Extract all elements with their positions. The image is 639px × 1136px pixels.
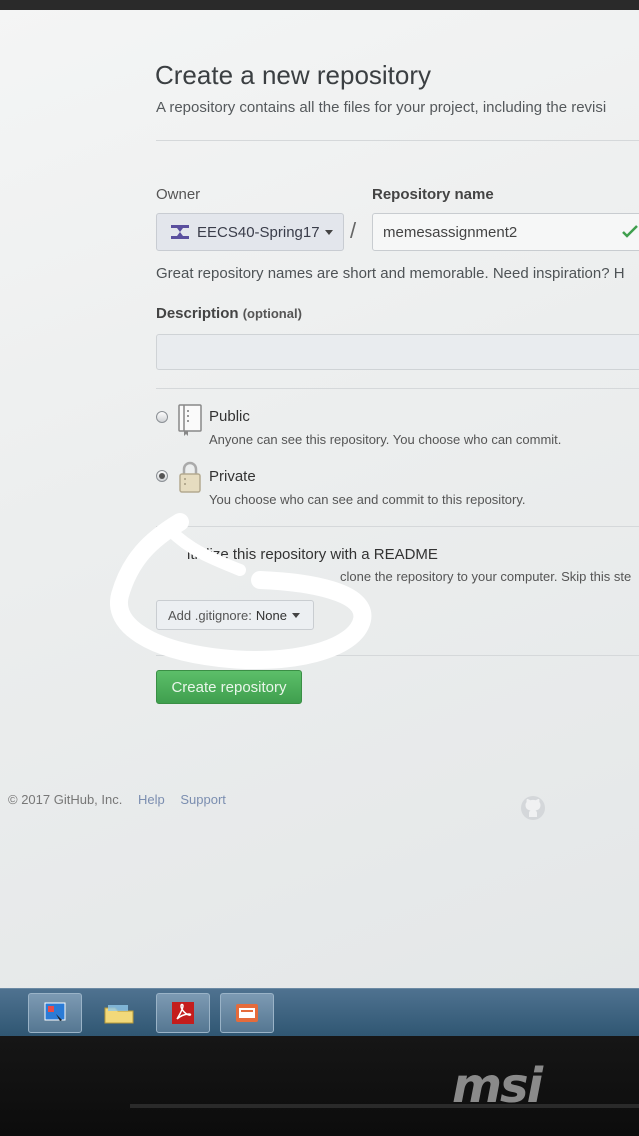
taskbar-app-icon <box>44 1002 66 1021</box>
taskbar-pdf-button[interactable] <box>156 993 210 1033</box>
page-footer: © 2017 GitHub, Inc. Help Support <box>8 792 226 807</box>
owner-org-icon <box>171 225 189 239</box>
private-radio[interactable] <box>156 470 168 482</box>
page-title: Create a new repository <box>155 60 432 90</box>
public-option-title: Public <box>209 408 250 425</box>
pdf-icon <box>172 1002 194 1024</box>
browser-screen: Create a new repository A repository con… <box>0 0 639 990</box>
owner-select[interactable]: EECS40-Spring17 <box>156 213 344 251</box>
private-option-description: You choose who can see and commit to thi… <box>209 492 526 507</box>
divider <box>156 140 639 141</box>
book-icon <box>178 404 202 436</box>
private-option-title: Private <box>209 468 256 485</box>
page-subtitle: A repository contains all the files for … <box>156 99 607 116</box>
taskbar <box>0 988 639 1037</box>
description-input[interactable] <box>156 334 639 370</box>
readme-hint: clone the repository to your computer. S… <box>340 569 632 584</box>
folder-icon <box>104 1005 134 1024</box>
description-label-text: Description <box>156 305 239 322</box>
repository-name-label: Repository name <box>372 186 494 203</box>
public-option-description: Anyone can see this repository. You choo… <box>209 432 562 447</box>
check-icon <box>622 225 638 238</box>
public-radio[interactable] <box>156 411 168 423</box>
footer-help-link[interactable]: Help <box>138 792 165 807</box>
bezel-trim <box>130 1104 639 1108</box>
optional-tag: (optional) <box>242 306 302 321</box>
octocat-icon[interactable] <box>520 795 546 821</box>
divider <box>156 388 639 389</box>
lock-icon <box>179 461 201 493</box>
repository-name-value: memesassignment2 <box>383 223 518 241</box>
repository-name-input[interactable]: memesassignment2 <box>372 213 639 251</box>
footer-support-link[interactable]: Support <box>180 792 226 807</box>
laptop-bezel <box>0 1036 639 1136</box>
taskbar-app-button[interactable] <box>28 993 82 1033</box>
chevron-down-icon <box>324 229 333 235</box>
owner-repo-separator: / <box>350 218 357 243</box>
annotation-scribble <box>110 513 372 670</box>
owner-label: Owner <box>156 186 201 203</box>
window-icon <box>236 1004 258 1022</box>
owner-name: EECS40-Spring17 <box>197 223 320 241</box>
repository-name-hint: Great repository names are short and mem… <box>156 265 625 282</box>
taskbar-folder-button[interactable] <box>92 993 146 1033</box>
taskbar-window-button[interactable] <box>220 993 274 1033</box>
footer-copyright: © 2017 GitHub, Inc. <box>8 792 123 807</box>
description-label: Description (optional) <box>156 305 302 322</box>
